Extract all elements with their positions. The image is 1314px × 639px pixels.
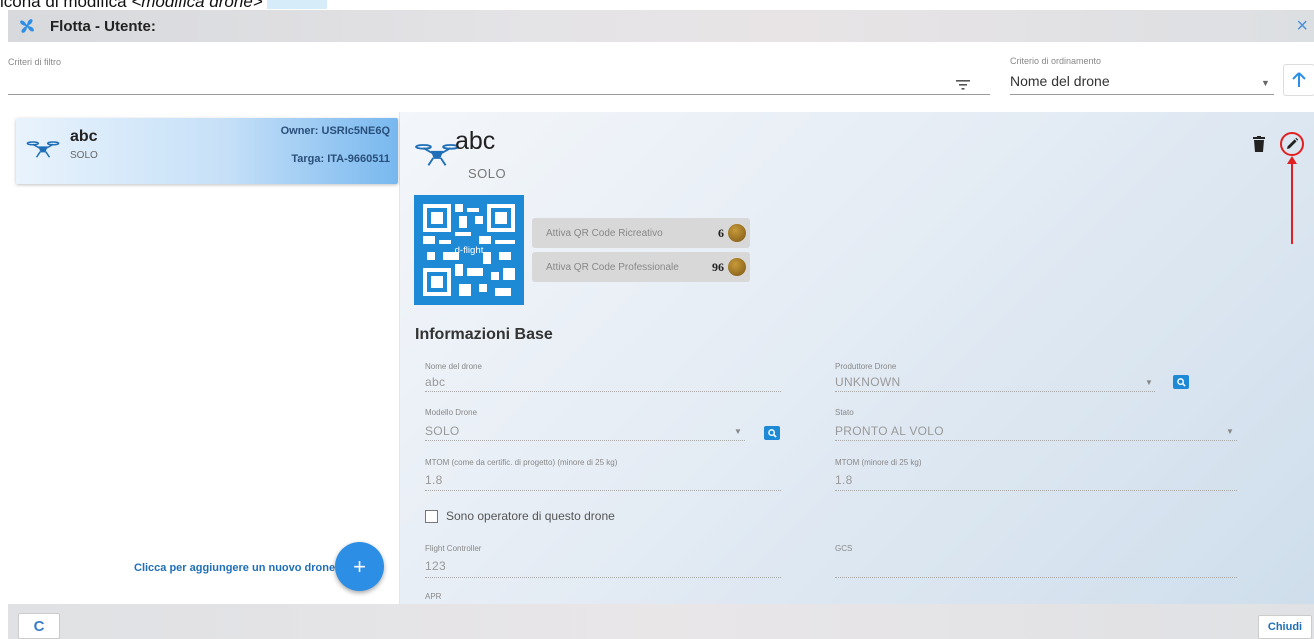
search-icon <box>1176 377 1186 387</box>
drone-icon <box>415 144 459 166</box>
detail-drone-name: abc <box>455 127 496 155</box>
flight-controller-label: Flight Controller <box>425 544 482 553</box>
add-drone-hint: Clicca per aggiungere un nuovo drone. <box>134 562 339 574</box>
refresh-icon: C <box>33 617 45 635</box>
mtom-field[interactable]: 1.8 <box>835 473 853 487</box>
coin-icon <box>728 258 746 276</box>
caption: icona di modifica <modifica drone> <box>0 0 328 10</box>
drone-plate: Targa: ITA-9660511 <box>291 153 390 165</box>
producer-search-button[interactable] <box>1173 375 1189 389</box>
drone-list-panel: abc SOLO Owner: USRIc5NE6Q Targa: ITA-96… <box>8 112 400 604</box>
qr-recreational-cost: 6 <box>718 226 724 240</box>
trash-icon[interactable] <box>1253 136 1265 152</box>
caption-text: icona di modifica <box>0 0 132 10</box>
sort-label: Criterio di ordinamento <box>1010 56 1102 66</box>
operator-checkbox-label: Sono operatore di questo drone <box>446 509 615 523</box>
drone-detail-panel: abc SOLO d-flight Attiva QR Code Ricreat… <box>400 112 1314 604</box>
filter-icon[interactable] <box>956 79 970 91</box>
drone-name-label: Nome del drone <box>425 362 482 371</box>
chevron-down-icon[interactable]: ▼ <box>1226 427 1234 436</box>
filter-label: Criteri di filtro <box>8 57 62 67</box>
edit-drone-button[interactable] <box>1280 132 1304 156</box>
search-icon <box>767 428 777 438</box>
footer-bar: C Chiudi <box>8 604 1314 639</box>
qr-watermark: d-flight <box>455 245 484 256</box>
drone-name: abc <box>70 128 98 145</box>
drone-name-field[interactable]: abc <box>425 375 445 389</box>
chevron-down-icon[interactable]: ▼ <box>734 427 742 436</box>
qr-professional-button[interactable]: Attiva QR Code Professionale 96 <box>532 252 750 282</box>
model-label: Modello Drone <box>425 408 478 417</box>
qr-recreational-button[interactable]: Attiva QR Code Ricreativo 6 <box>532 218 750 248</box>
filter-input[interactable] <box>8 94 990 95</box>
arrow-up-icon <box>1292 72 1306 87</box>
status-select[interactable]: PRONTO AL VOLO <box>835 424 944 438</box>
window-title: Flotta - Utente: <box>50 17 156 35</box>
drone-icon <box>26 141 60 158</box>
mtom-cert-field[interactable]: 1.8 <box>425 473 443 487</box>
mtom-underline <box>835 490 1237 491</box>
qr-professional-label: Attiva QR Code Professionale <box>546 261 679 273</box>
mtom-label: MTOM (minore di 25 kg) <box>835 458 922 467</box>
drone-type: SOLO <box>70 150 98 161</box>
sort-direction-button[interactable] <box>1283 64 1314 96</box>
sort-select[interactable]: Nome del drone <box>1010 73 1110 89</box>
producer-select[interactable]: UNKNOWN <box>835 375 900 389</box>
gcs-label: GCS <box>835 544 853 553</box>
producer-underline <box>835 391 1155 392</box>
qr-professional-cost: 96 <box>712 260 724 274</box>
refresh-button[interactable]: C <box>18 613 60 639</box>
producer-label: Produttore Drone <box>835 362 897 371</box>
fan-icon <box>20 19 34 33</box>
pencil-icon <box>1287 137 1299 149</box>
filter-bar: Criteri di filtro Criterio di ordinament… <box>8 42 1314 112</box>
apr-label: APR <box>425 592 442 601</box>
operator-checkbox[interactable] <box>425 510 438 523</box>
qr-code: d-flight <box>414 195 524 305</box>
model-search-button[interactable] <box>764 426 780 440</box>
sort-select-underline <box>1010 94 1274 95</box>
close-icon[interactable]: × <box>1296 16 1308 36</box>
mtom-cert-label: MTOM (come da certific. di progetto) (mi… <box>425 458 618 467</box>
caption-highlight <box>267 0 328 9</box>
status-underline <box>835 440 1237 441</box>
mtom-cert-underline <box>425 490 781 491</box>
model-select[interactable]: SOLO <box>425 424 460 438</box>
coin-icon <box>728 224 746 242</box>
status-label: Stato <box>835 408 854 417</box>
gcs-underline <box>835 577 1237 578</box>
section-title: Informazioni Base <box>415 326 553 343</box>
drone-owner: Owner: USRIc5NE6Q <box>280 125 390 137</box>
annotation-arrow <box>1287 156 1297 244</box>
close-button[interactable]: Chiudi <box>1258 615 1312 639</box>
caption-italic: <modifica drone> <box>131 0 263 10</box>
window-titlebar: Flotta - Utente: × <box>8 10 1314 42</box>
detail-drone-type: SOLO <box>468 166 507 181</box>
chevron-down-icon[interactable]: ▼ <box>1261 78 1270 88</box>
flight-controller-field[interactable]: 123 <box>425 559 446 573</box>
model-underline <box>425 440 745 441</box>
chevron-down-icon[interactable]: ▼ <box>1145 378 1153 387</box>
drone-list-item[interactable]: abc SOLO Owner: USRIc5NE6Q Targa: ITA-96… <box>16 118 398 184</box>
flight-controller-underline <box>425 577 781 578</box>
drone-name-underline <box>425 391 781 392</box>
qr-recreational-label: Attiva QR Code Ricreativo <box>546 227 663 239</box>
add-drone-button[interactable]: + <box>335 542 384 591</box>
